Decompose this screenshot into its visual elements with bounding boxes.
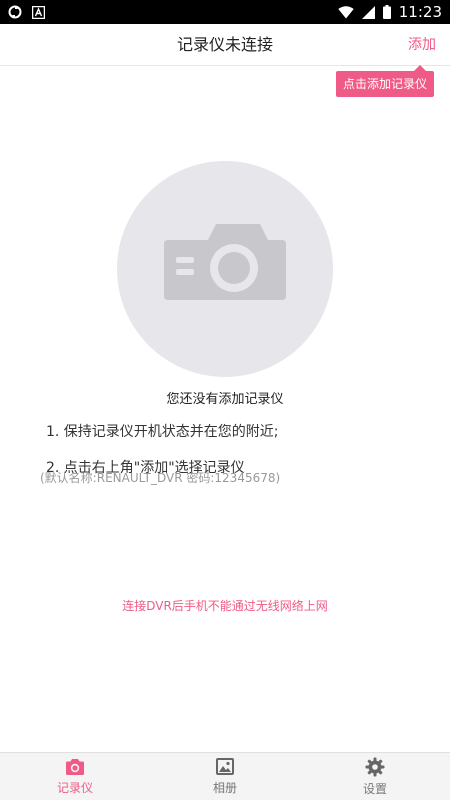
- battery-icon: [382, 5, 391, 19]
- gear-icon: [365, 757, 385, 776]
- sync-icon: [8, 5, 22, 19]
- page-title: 记录仪未连接: [176, 35, 273, 54]
- bottom-nav: 记录仪 相册 设置: [0, 752, 450, 800]
- camera-icon: [164, 224, 286, 300]
- add-recorder-tooltip: 点击添加记录仪: [336, 65, 434, 97]
- nav-item-settings[interactable]: 设置: [300, 753, 450, 800]
- nav-label-settings: 设置: [362, 781, 387, 796]
- wifi-warning: 连接DVR后手机不能通过无线网络上网: [122, 599, 328, 613]
- app-a-icon: [32, 5, 45, 19]
- app-bar: 记录仪未连接 添加: [0, 24, 450, 66]
- status-left-icons: [8, 5, 45, 19]
- status-time: 11:23: [398, 3, 442, 21]
- signal-icon: [361, 5, 375, 19]
- status-bar: 11:23: [0, 0, 450, 24]
- photo-album-icon: [216, 757, 234, 775]
- nav-label-recorder: 记录仪: [56, 780, 93, 795]
- tooltip-arrow: [414, 65, 426, 71]
- empty-state-illustration: [117, 161, 333, 377]
- nav-item-recorder[interactable]: 记录仪: [0, 753, 150, 800]
- default-credentials-hint: (默认名称:RENAULT_DVR 密码:12345678): [40, 471, 281, 485]
- tooltip-text: 点击添加记录仪: [342, 77, 427, 91]
- camera-icon: [66, 758, 84, 775]
- empty-state-title: 您还没有添加记录仪: [166, 392, 284, 407]
- nav-label-album: 相册: [212, 780, 237, 795]
- status-right-icons: 11:23: [338, 3, 442, 21]
- wifi-icon: [338, 5, 354, 18]
- add-button[interactable]: 添加: [408, 24, 436, 66]
- nav-item-album[interactable]: 相册: [150, 753, 300, 800]
- instruction-step-1: 1. 保持记录仪开机状态并在您的附近;: [46, 424, 279, 440]
